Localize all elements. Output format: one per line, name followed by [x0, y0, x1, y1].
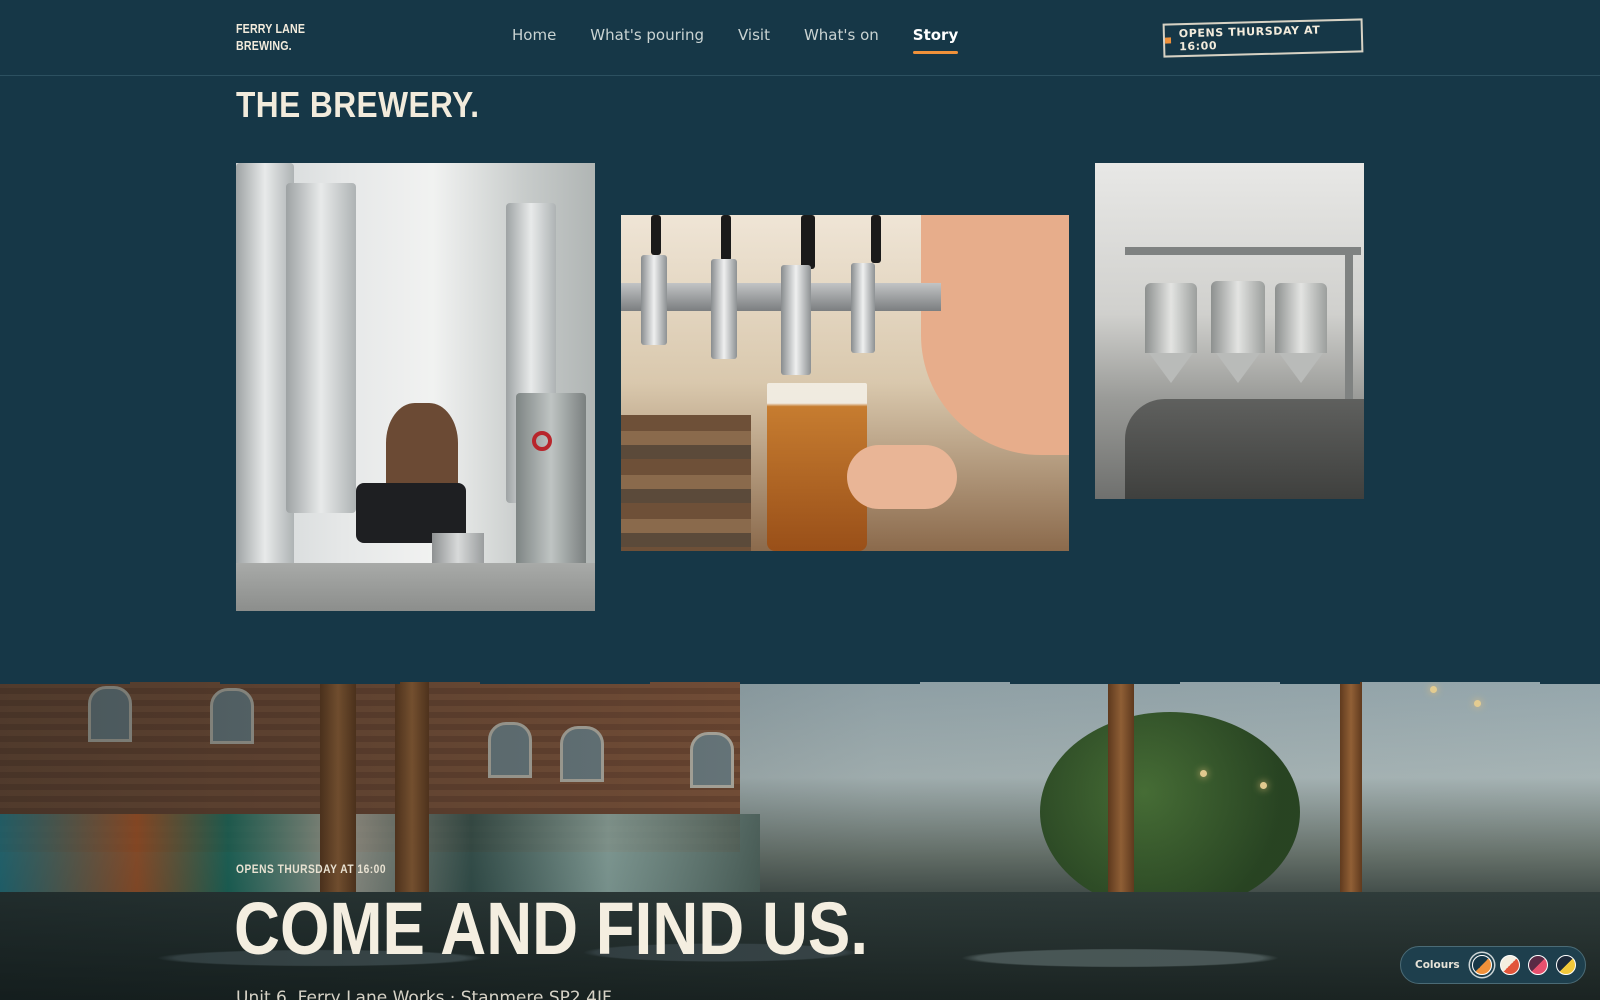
tap-handle-shape [651, 215, 661, 255]
foreground-machine-shape [1125, 399, 1364, 499]
opening-status-label: OPENS THURSDAY AT 16:00 [1178, 23, 1321, 54]
tap-shape [851, 263, 875, 353]
rail-shape [1125, 247, 1361, 255]
torn-edge-shape [1010, 682, 1180, 684]
logo-line-2: BREWING. [236, 38, 292, 53]
floor-shape [236, 563, 595, 611]
torn-edge-shape [0, 682, 130, 684]
nav-whats-pouring[interactable]: What's pouring [590, 26, 704, 54]
tap-shape [711, 259, 737, 359]
fermenters-photo [1095, 163, 1364, 499]
torn-edge-shape [740, 682, 920, 684]
torn-edge-shape [220, 682, 400, 684]
colour-swatch-cream-red[interactable] [1499, 955, 1520, 975]
tap-handle-shape [871, 215, 881, 263]
logo-line-1: FERRY LANE [236, 21, 306, 36]
beer-tap-pour-photo [621, 215, 1069, 551]
tap-handle-shape [721, 215, 731, 261]
fermenter-shape [1211, 281, 1265, 353]
brewer-at-tanks-photo [236, 163, 595, 611]
brand-logo[interactable]: FERRY LANE BREWING. [236, 20, 305, 54]
torn-edge-shape [1280, 682, 1360, 684]
fermenter-cone [1216, 353, 1260, 383]
fermenter-shape [1145, 283, 1197, 353]
find-us-address: Unit 6, Ferry Lane Works · Stanmere SP2 … [236, 988, 612, 1000]
colour-swatch-navy-yellow[interactable] [1555, 955, 1576, 975]
fermenter-shape [1275, 283, 1327, 353]
nav-whats-on[interactable]: What's on [804, 26, 879, 54]
colour-switcher-label: Colours [1415, 959, 1460, 971]
tap-shape [781, 265, 811, 375]
colour-swatch-plum-pink[interactable] [1527, 955, 1548, 975]
site-header: FERRY LANE BREWING. Home What's pouring … [0, 0, 1600, 76]
hand-shape [847, 445, 957, 509]
status-dot-icon [1164, 37, 1172, 44]
wood-wall-shape [621, 415, 751, 551]
nav-home[interactable]: Home [512, 26, 556, 54]
nav-visit[interactable]: Visit [738, 26, 770, 54]
nav-story[interactable]: Story [912, 26, 959, 54]
arm-shape [921, 215, 1069, 455]
tap-handle-shape [801, 215, 815, 269]
torn-edge-shape [1540, 682, 1600, 684]
colour-swatch-navy-orange[interactable] [1471, 955, 1492, 975]
opening-status-badge[interactable]: OPENS THURSDAY AT 16:00 [1162, 18, 1364, 58]
tap-shape [641, 255, 667, 345]
brewery-section-title: THE BREWERY. [236, 84, 480, 125]
fermenter-cone [1149, 353, 1193, 383]
torn-edge-shape [480, 682, 650, 684]
rail-shape [1345, 247, 1353, 417]
red-valve-shape [532, 431, 552, 451]
find-us-title: COME AND FIND US. [234, 887, 869, 970]
find-us-kicker: OPENS THURSDAY AT 16:00 [236, 862, 387, 876]
colour-switcher: Colours [1400, 946, 1586, 984]
main-nav: Home What's pouring Visit What's on Stor… [512, 26, 959, 54]
fermenter-cone [1279, 353, 1323, 383]
tank-shape [286, 183, 356, 513]
